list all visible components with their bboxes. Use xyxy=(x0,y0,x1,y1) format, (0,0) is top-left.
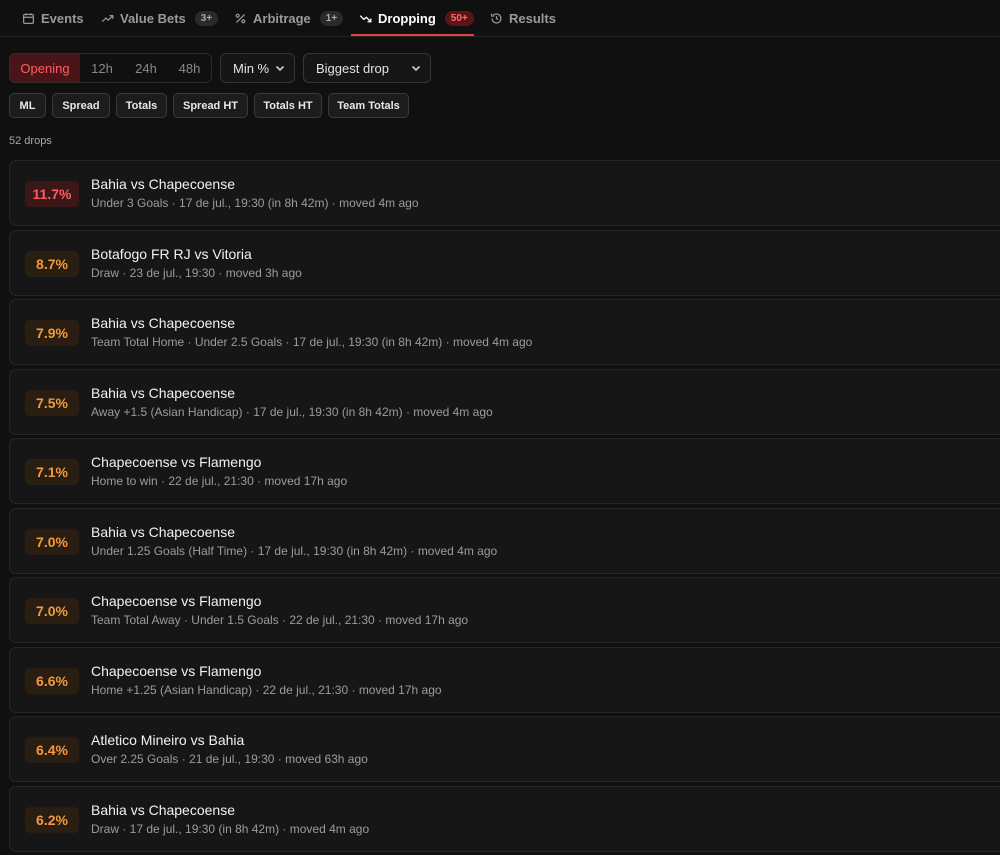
drop-row[interactable]: 7.5% Bahia vs Chapecoense Away +1.5 (Asi… xyxy=(9,369,1000,435)
drop-percent-badge: 7.9% xyxy=(25,320,79,346)
sort-select[interactable]: Biggest drop xyxy=(303,53,431,83)
min-percent-select-value: Min % xyxy=(233,60,270,76)
drop-percent-badge: 6.2% xyxy=(25,807,79,833)
drops-count: 52 drops xyxy=(9,135,52,147)
tab-dropping[interactable]: Dropping 50+ xyxy=(351,0,474,37)
period-12h-button[interactable]: 12h xyxy=(80,54,124,82)
drop-details: Home +1.25 (Asian Handicap) · 22 de jul.… xyxy=(91,683,442,697)
drop-row[interactable]: 6.4% Atletico Mineiro vs Bahia Over 2.25… xyxy=(9,716,1000,782)
trending-down-icon xyxy=(359,15,372,23)
sort-select-value: Biggest drop xyxy=(316,60,389,76)
drop-details: Draw · 17 de jul., 19:30 (in 8h 42m) · m… xyxy=(91,822,370,836)
match-title: Bahia vs Chapecoense xyxy=(91,524,235,540)
arbitrage-count-badge: 1+ xyxy=(319,11,344,26)
drop-details: Team Total Away · Under 1.5 Goals · 22 d… xyxy=(91,613,469,627)
top-nav: Events Value Bets 3+ Arbitrage 1+ Droppi… xyxy=(0,0,1000,37)
match-title: Atletico Mineiro vs Bahia xyxy=(91,732,245,748)
drop-percent-badge: 7.0% xyxy=(25,598,79,624)
tab-events-label: Events xyxy=(41,11,84,26)
market-chip-totals[interactable]: Totals xyxy=(116,93,167,118)
tab-arbitrage-label: Arbitrage xyxy=(253,11,311,26)
period-opening-button[interactable]: Opening xyxy=(10,54,80,82)
chevron-down-icon xyxy=(275,65,285,72)
match-title: Bahia vs Chapecoense xyxy=(91,802,235,818)
value-bets-count-badge: 3+ xyxy=(194,11,219,26)
market-chip-ml[interactable]: ML xyxy=(9,93,46,118)
match-title: Botafogo FR RJ vs Vitoria xyxy=(91,246,252,262)
match-title: Chapecoense vs Flamengo xyxy=(91,454,262,470)
drop-percent-badge: 6.6% xyxy=(25,668,79,694)
drop-percent-badge: 7.5% xyxy=(25,390,79,416)
drop-percent-badge: 6.4% xyxy=(25,737,79,763)
tab-value-bets-label: Value Bets xyxy=(120,11,186,26)
drop-row[interactable]: 7.9% Bahia vs Chapecoense Team Total Hom… xyxy=(9,299,1000,365)
drop-row[interactable]: 7.0% Chapecoense vs Flamengo Team Total … xyxy=(9,577,1000,643)
drop-percent-badge: 8.7% xyxy=(25,251,79,277)
tab-events[interactable]: Events xyxy=(22,0,84,37)
tab-dropping-label: Dropping xyxy=(378,11,436,26)
period-48h-button[interactable]: 48h xyxy=(168,54,211,82)
match-title: Bahia vs Chapecoense xyxy=(91,315,235,331)
tab-results[interactable]: Results xyxy=(490,0,556,37)
drop-row[interactable]: 6.6% Chapecoense vs Flamengo Home +1.25 … xyxy=(9,647,1000,713)
period-24h-button[interactable]: 24h xyxy=(124,54,168,82)
drop-percent-badge: 7.0% xyxy=(25,529,79,555)
tab-value-bets[interactable]: Value Bets 3+ xyxy=(101,0,219,37)
min-percent-select[interactable]: Min % xyxy=(220,53,295,83)
drop-row[interactable]: 11.7% Bahia vs Chapecoense Under 3 Goals… xyxy=(9,160,1000,226)
drop-row[interactable]: 6.2% Bahia vs Chapecoense Draw · 17 de j… xyxy=(9,786,1000,852)
market-chip-team-totals[interactable]: Team Totals xyxy=(328,93,409,118)
drop-details: Over 2.25 Goals · 21 de jul., 19:30 · mo… xyxy=(91,752,368,766)
trending-up-icon xyxy=(101,15,114,23)
drop-percent-badge: 7.1% xyxy=(25,459,79,485)
match-title: Bahia vs Chapecoense xyxy=(91,176,235,192)
dropping-count-badge: 50+ xyxy=(444,11,474,26)
drop-row[interactable]: 7.0% Bahia vs Chapecoense Under 1.25 Goa… xyxy=(9,508,1000,574)
percent-icon xyxy=(235,13,246,24)
market-chip-totals-ht[interactable]: Totals HT xyxy=(254,93,322,118)
drop-row[interactable]: 8.7% Botafogo FR RJ vs Vitoria Draw · 23… xyxy=(9,230,1000,296)
drop-details: Draw · 23 de jul., 19:30 · moved 3h ago xyxy=(91,266,302,280)
drop-details: Home to win · 22 de jul., 21:30 · moved … xyxy=(91,474,348,488)
calendar-icon xyxy=(23,13,34,24)
drop-details: Under 3 Goals · 17 de jul., 19:30 (in 8h… xyxy=(91,196,419,210)
drop-details: Under 1.25 Goals (Half Time) · 17 de jul… xyxy=(91,544,498,558)
chevron-down-icon xyxy=(411,65,421,72)
market-chip-spread-ht[interactable]: Spread HT xyxy=(173,93,248,118)
match-title: Bahia vs Chapecoense xyxy=(91,385,235,401)
market-chip-spread[interactable]: Spread xyxy=(52,93,110,118)
tab-arbitrage[interactable]: Arbitrage 1+ xyxy=(234,0,344,37)
match-title: Chapecoense vs Flamengo xyxy=(91,663,262,679)
history-icon xyxy=(491,13,502,24)
drop-details: Team Total Home · Under 2.5 Goals · 17 d… xyxy=(91,335,533,349)
drop-details: Away +1.5 (Asian Handicap) · 17 de jul.,… xyxy=(91,405,493,419)
drop-percent-badge: 11.7% xyxy=(25,181,79,207)
tab-results-label: Results xyxy=(509,11,556,26)
drop-row[interactable]: 7.1% Chapecoense vs Flamengo Home to win… xyxy=(9,438,1000,504)
match-title: Chapecoense vs Flamengo xyxy=(91,593,262,609)
period-segmented-control: Opening 12h 24h 48h xyxy=(9,53,212,83)
